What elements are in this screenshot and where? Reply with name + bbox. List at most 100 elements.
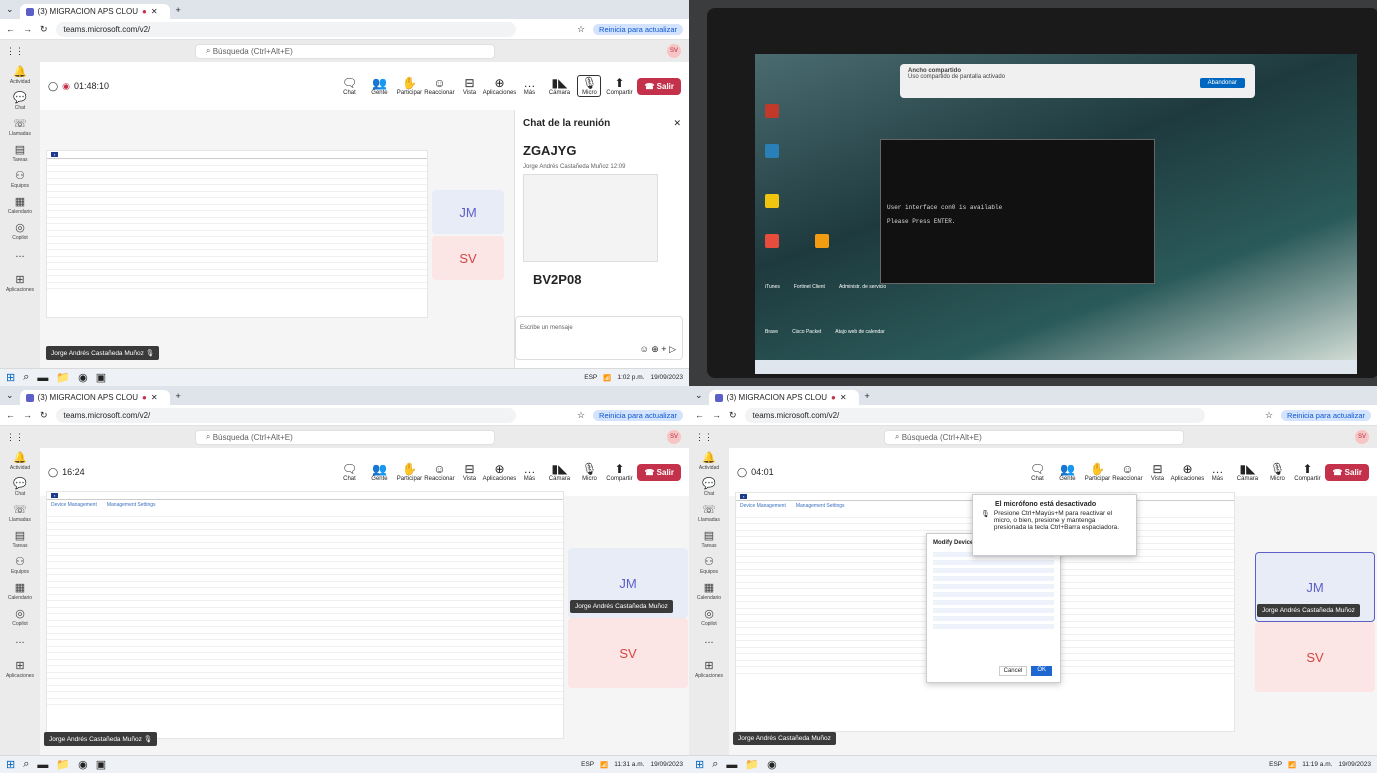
mic-button[interactable]: 🎙 Micro [577,462,601,482]
rail-apps[interactable]: ⊞ Aplicaciones [6,274,34,296]
desktop-icon-label[interactable]: Administr. de servicio [839,284,886,290]
raise-hand-button[interactable]: ✋ Participar [397,462,422,482]
participant-tile-sv[interactable]: SV [432,236,504,280]
wifi-icon[interactable]: 📶 [603,374,611,382]
mic-button[interactable]: 🎙 Micro [1265,462,1289,482]
search-input[interactable]: ⌕ Búsqueda (Ctrl+Alt+E) [195,43,495,59]
back-icon[interactable]: ← [6,24,15,34]
extensions-icon[interactable]: ☆ [1265,410,1273,421]
react-button[interactable]: ☺ Reaccionar [424,76,454,96]
back-icon[interactable]: ← [6,410,15,420]
compose-box[interactable]: Escribe un mensaje ☺ ⊕ + ▷ [515,316,683,360]
shared-image-thumbnail[interactable] [523,174,658,262]
react-button[interactable]: ☺ Reaccionar [424,462,454,482]
lang-indicator[interactable]: ESP [584,374,597,381]
search-icon[interactable]: ⌕ [712,758,718,771]
rail-calendar[interactable]: ▦ Calendario [8,582,32,604]
terminal-window[interactable]: User interface con0 is available Please P… [880,139,1155,284]
new-tab-icon[interactable]: + [865,391,870,401]
clock-time[interactable]: 11:31 a.m. [614,761,644,768]
avatar[interactable]: SV [667,44,681,58]
react-button[interactable]: ☺ Reaccionar [1112,462,1142,482]
desktop-icon-label[interactable]: Cisco Packet [792,329,821,335]
rail-activity[interactable]: 🔔 Actividad [699,452,719,474]
desktop-icon-label[interactable]: iTunes [765,284,780,290]
reload-update-button[interactable]: Reinicia para actualizar [593,23,683,35]
camera-button[interactable]: ▮◣ Cámara [547,462,571,482]
browser-tab[interactable]: (3) MIGRACION APS CLOU ● ✕ [19,390,170,405]
explorer-icon[interactable]: 📁 [745,758,759,771]
extensions-icon[interactable]: ☆ [577,410,585,421]
participant-tile-sv[interactable]: SV [568,618,688,688]
cancel-button[interactable]: Cancel [998,666,1028,676]
tab-list-icon[interactable]: ⌄ [6,4,14,15]
rail-apps[interactable]: ⊞ Aplicaciones [695,660,723,682]
rail-more[interactable]: ... [15,248,24,270]
close-icon[interactable]: ✕ [673,118,681,129]
folder-icon[interactable] [815,234,829,248]
avatar[interactable]: SV [667,430,681,444]
tab-list-icon[interactable]: ⌄ [6,390,14,401]
leave-button[interactable]: ☎ Salir [637,463,681,481]
rail-more[interactable]: ... [704,634,713,656]
rail-calendar[interactable]: ▦ Calendario [697,582,721,604]
search-input[interactable]: ⌕ Búsqueda (Ctrl+Alt+E) [195,429,495,445]
rail-copilot[interactable]: ◎ Copilot [12,222,28,244]
rail-teams[interactable]: ⚇ Equipos [11,556,29,578]
rail-calls[interactable]: ☏ Llamadas [9,118,31,140]
teams-icon[interactable]: ▣ [96,371,106,384]
camera-button[interactable]: ▮◣ Cámara [547,76,571,96]
rail-calls[interactable]: ☏ Llamadas [698,504,720,526]
waffle-icon[interactable]: ⋮⋮ [6,46,24,57]
rail-apps[interactable]: ⊞ Aplicaciones [6,660,34,682]
explorer-icon[interactable]: 📁 [56,371,70,384]
chrome-icon[interactable]: ◉ [78,758,88,771]
apps-button[interactable]: ⊕ Aplicaciones [1171,462,1205,482]
windows-start-icon[interactable]: ⊞ [6,758,15,771]
raise-hand-button[interactable]: ✋ Participar [1085,462,1110,482]
share-button[interactable]: ⬆ Compartir [606,462,632,482]
view-button[interactable]: ⊟ Vista [1145,462,1169,482]
tab-list-icon[interactable]: ⌄ [695,390,703,401]
waffle-icon[interactable]: ⋮⋮ [695,432,713,443]
rail-more[interactable]: ... [15,634,24,656]
search-icon[interactable]: ⌕ [23,758,29,771]
more-button[interactable]: … Más [517,462,541,482]
waffle-icon[interactable]: ⋮⋮ [6,432,24,443]
teams-icon[interactable]: ▣ [96,758,106,771]
people-button[interactable]: 👥 Gente [367,462,391,482]
extensions-icon[interactable]: ☆ [577,24,585,35]
wifi-icon[interactable]: 📶 [1288,761,1296,769]
participant-tile-sv[interactable]: SV [1255,622,1375,692]
rail-chat[interactable]: 💬 Chat [702,478,716,500]
rail-activity[interactable]: 🔔 Actividad [10,66,30,88]
clock-time[interactable]: 1:02 p.m. [617,374,644,381]
new-tab-icon[interactable]: + [176,391,181,401]
desktop-app-icon[interactable] [765,104,779,118]
desktop-icon-label[interactable]: Fortinet Client [794,284,825,290]
chat-button[interactable]: 🗨 Chat [337,462,361,482]
windows-start-icon[interactable]: ⊞ [695,758,704,771]
task-view-icon[interactable]: ▬ [37,759,48,771]
forward-icon[interactable]: → [712,410,721,420]
search-icon[interactable]: ⌕ [23,371,29,384]
share-button[interactable]: ⬆ Compartir [1294,462,1320,482]
reload-update-button[interactable]: Reinicia para actualizar [593,409,683,421]
chrome-icon[interactable]: ◉ [78,371,88,384]
refresh-icon[interactable]: ↻ [40,24,48,35]
more-button[interactable]: … Más [517,76,541,96]
reload-update-button[interactable]: Reinicia para actualizar [1281,409,1371,421]
browser-tab[interactable]: (3) MIGRACION APS CLOU ● ✕ [19,4,170,19]
lang-indicator[interactable]: ESP [581,761,594,768]
url-field[interactable]: teams.microsoft.com/v2/ [744,407,1205,423]
apps-button[interactable]: ⊕ Aplicaciones [483,462,517,482]
windows-start-icon[interactable]: ⊞ [6,371,15,384]
people-button[interactable]: 👥 Gente [367,76,391,96]
rail-copilot[interactable]: ◎ Copilot [12,608,28,630]
rail-copilot[interactable]: ◎ Copilot [701,608,717,630]
search-input[interactable]: ⌕ Búsqueda (Ctrl+Alt+E) [884,429,1184,445]
send-icon[interactable]: ☺ ⊕ + ▷ [640,344,676,355]
refresh-icon[interactable]: ↻ [40,410,48,421]
share-button[interactable]: ⬆ Compartir [606,76,632,96]
desktop-icon-label[interactable]: Brave [765,329,778,335]
